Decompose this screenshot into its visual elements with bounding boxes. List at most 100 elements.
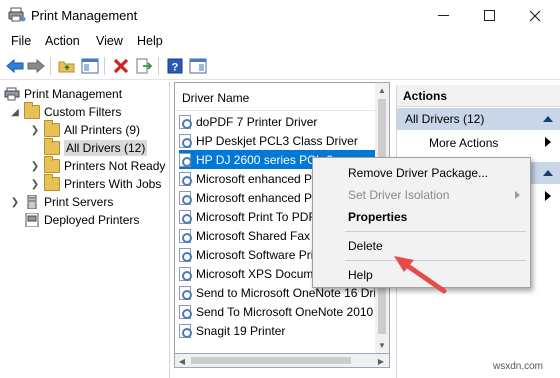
context-menu: Remove Driver Package... Set Driver Isol… [312, 157, 531, 288]
menu-label: Properties [348, 210, 408, 224]
help-item[interactable]: Help [315, 264, 528, 286]
menu-bar: File Action View Help [0, 31, 560, 52]
delete-item[interactable]: Delete [315, 235, 528, 257]
toolbar-separator [158, 57, 159, 75]
collapse-icon[interactable] [543, 116, 553, 122]
export-list-icon[interactable] [135, 57, 153, 75]
driver-icon [179, 152, 192, 167]
chevron-right-icon[interactable]: ❯ [30, 161, 40, 172]
toolbar-separator [104, 57, 105, 75]
actions-group-all-drivers[interactable]: All Drivers (12) [397, 108, 560, 130]
chevron-right-icon[interactable]: ❯ [30, 179, 40, 190]
driver-icon [179, 228, 192, 243]
tree-node-deployed-printers[interactable]: Deployed Printers [10, 211, 139, 229]
driver-icon [179, 171, 192, 186]
driver-icon [179, 190, 192, 205]
actions-header-label: Actions [403, 89, 448, 103]
tree-label: Print Servers [44, 195, 114, 209]
tree-node-printers-not-ready[interactable]: ❯ Printers Not Ready [30, 156, 166, 175]
menu-separator [345, 231, 526, 232]
tree-node-all-drivers[interactable]: All Drivers (12) [30, 138, 148, 157]
maximize-button[interactable] [466, 0, 512, 31]
filter-folder-icon [44, 156, 60, 173]
window-title: Print Management [31, 8, 138, 23]
driver-icon [179, 247, 192, 262]
driver-row[interactable]: doPDF 7 Printer Driver [179, 112, 375, 131]
tree-node-custom-filters[interactable]: ◢ Custom Filters [10, 102, 122, 121]
show-hide-action-pane-icon[interactable] [189, 57, 207, 75]
more-actions-label: More Actions [429, 136, 499, 150]
back-arrow-icon[interactable] [6, 57, 24, 75]
toolbar-separator [50, 57, 51, 75]
tree-label: Printers With Jobs [64, 177, 162, 191]
up-folder-icon[interactable] [58, 57, 76, 75]
menu-label: Delete [348, 239, 383, 253]
help-icon[interactable]: ? [166, 57, 184, 75]
tree-label: Printers Not Ready [64, 159, 166, 173]
driver-icon [179, 304, 192, 319]
menu-action[interactable]: Action [45, 34, 80, 48]
tree-node-printers-with-jobs[interactable]: ❯ Printers With Jobs [30, 174, 162, 193]
driver-icon [179, 323, 192, 338]
toolbar: ? [0, 52, 560, 80]
scroll-up-icon[interactable]: ▲ [375, 83, 389, 97]
delete-icon[interactable] [112, 57, 130, 75]
tree-label: Custom Filters [44, 105, 122, 119]
driver-name: HP Deskjet PCL3 Class Driver [196, 133, 358, 148]
chevron-down-icon[interactable]: ◢ [10, 107, 20, 118]
forward-arrow-icon[interactable] [27, 57, 45, 75]
printer-icon [4, 87, 20, 101]
menu-file[interactable]: File [11, 34, 31, 48]
scroll-left-icon[interactable]: ◀ [175, 354, 189, 368]
menu-view[interactable]: View [96, 34, 123, 48]
scroll-right-icon[interactable]: ▶ [374, 354, 388, 368]
submenu-arrow-icon [515, 191, 520, 199]
submenu-arrow-icon [545, 137, 551, 147]
tree-node-all-printers[interactable]: ❯ All Printers (9) [30, 120, 140, 139]
column-header-label: Driver Name [182, 91, 250, 105]
filter-folder-icon [44, 138, 60, 155]
driver-row[interactable]: Send To Microsoft OneNote 2010 Driver [179, 302, 375, 321]
driver-icon [179, 285, 192, 300]
filter-folder-icon [44, 120, 60, 137]
title-bar: Print Management [0, 0, 560, 31]
driver-name: Send To Microsoft OneNote 2010 Driver [196, 304, 375, 319]
folder-icon [24, 102, 40, 119]
properties-item[interactable]: Properties [315, 206, 528, 228]
scroll-down-icon[interactable]: ▼ [375, 338, 389, 352]
chevron-right-icon[interactable]: ❯ [30, 125, 40, 136]
chevron-right-icon[interactable]: ❯ [10, 197, 20, 208]
driver-icon [179, 114, 192, 129]
actions-header: Actions [397, 85, 560, 107]
server-icon [24, 194, 40, 210]
print-management-icon [8, 7, 26, 23]
tree-label-selected: All Drivers (12) [64, 140, 148, 156]
close-button[interactable] [512, 0, 558, 31]
driver-row[interactable]: Snagit 19 Printer [179, 321, 375, 340]
deployed-printers-icon [24, 212, 40, 228]
driver-icon [179, 209, 192, 224]
driver-icon [179, 133, 192, 148]
tree-label: Print Management [24, 87, 123, 101]
driver-icon [179, 266, 192, 281]
driver-row[interactable]: HP Deskjet PCL3 Class Driver [179, 131, 375, 150]
driver-name: Snagit 19 Printer [196, 323, 286, 338]
minimize-button[interactable] [420, 0, 466, 31]
menu-help[interactable]: Help [137, 34, 163, 48]
scroll-thumb[interactable] [191, 357, 351, 364]
actions-group-label: All Drivers (12) [405, 112, 485, 126]
submenu-arrow-icon [545, 191, 551, 201]
column-header[interactable]: Driver Name [175, 83, 375, 111]
show-hide-tree-icon[interactable] [81, 57, 99, 75]
remove-driver-package-item[interactable]: Remove Driver Package... [315, 162, 528, 184]
svg-text:?: ? [172, 62, 179, 74]
menu-label: Remove Driver Package... [348, 166, 489, 180]
driver-name: Microsoft Print To PDF [196, 209, 316, 224]
more-actions-item[interactable]: More Actions [397, 132, 560, 154]
tree-node-print-servers[interactable]: ❯ Print Servers [10, 193, 113, 211]
horizontal-scrollbar[interactable]: ◀ ▶ [174, 354, 390, 368]
menu-label: Help [348, 268, 373, 282]
collapse-icon[interactable] [543, 170, 553, 176]
tree-node-print-management[interactable]: Print Management [4, 85, 122, 103]
close-icon [529, 10, 541, 21]
